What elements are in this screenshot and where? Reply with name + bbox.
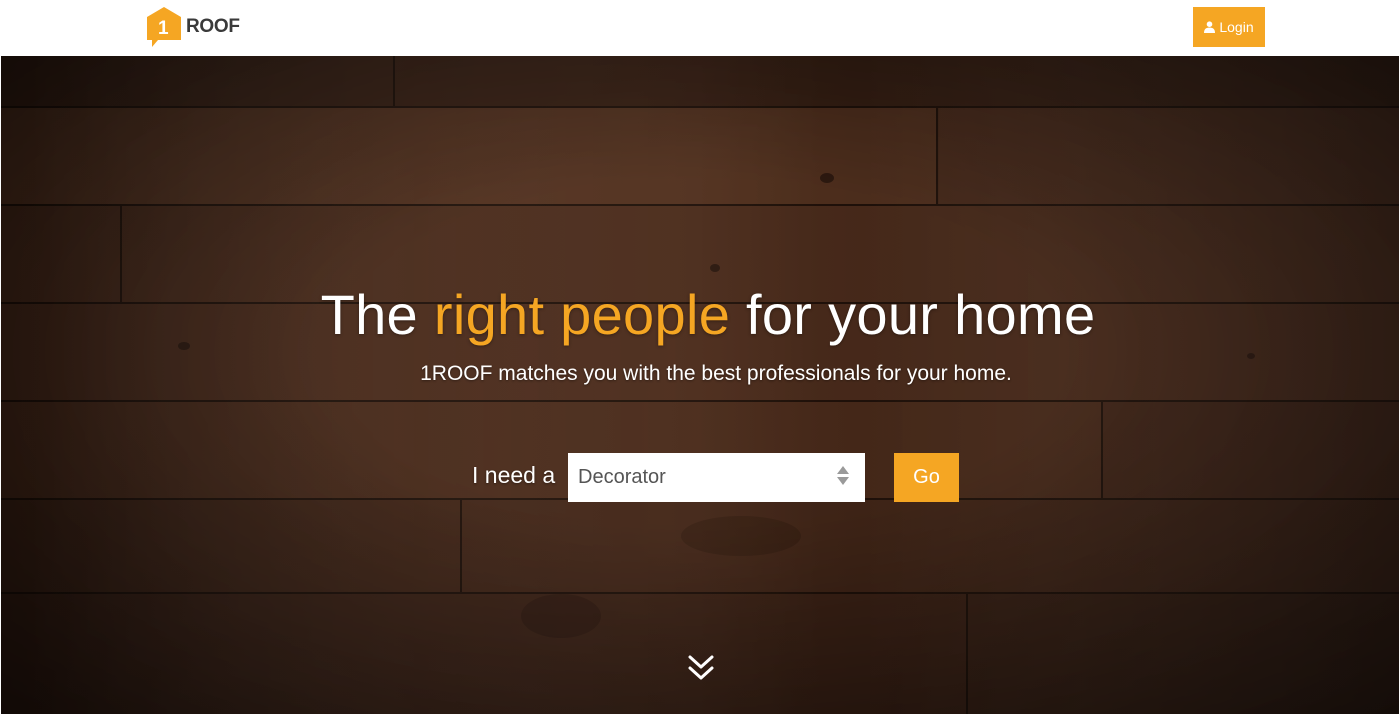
login-button[interactable]: Login: [1193, 7, 1265, 47]
logo-house-icon: 1: [147, 7, 181, 47]
logo-wordmark: ROOF: [186, 16, 240, 37]
hero-subheadline: 1ROOF matches you with the best professi…: [420, 362, 1012, 385]
headline-accent: right people: [433, 283, 731, 346]
select-arrows-icon: [837, 466, 849, 485]
headline-suffix: for your home: [730, 283, 1096, 346]
double-chevron-down-icon: [688, 655, 714, 680]
headline-prefix: The: [320, 283, 434, 346]
login-button-label: Login: [1219, 19, 1254, 35]
professional-type-select[interactable]: Decorator: [568, 453, 865, 502]
hero-section: The right people for your home 1ROOF mat…: [1, 56, 1399, 714]
logo[interactable]: 1 ROOF: [146, 6, 240, 48]
search-label: I need a: [472, 462, 556, 488]
site-header: 1 ROOF Login: [0, 0, 1400, 56]
scroll-down-button[interactable]: [686, 654, 716, 682]
select-value: Decorator: [578, 466, 666, 488]
go-button[interactable]: Go: [894, 453, 959, 502]
hero-headline: The right people for your home: [1, 282, 1399, 347]
user-icon: [1204, 21, 1216, 33]
logo-mark-number: 1: [158, 18, 169, 39]
